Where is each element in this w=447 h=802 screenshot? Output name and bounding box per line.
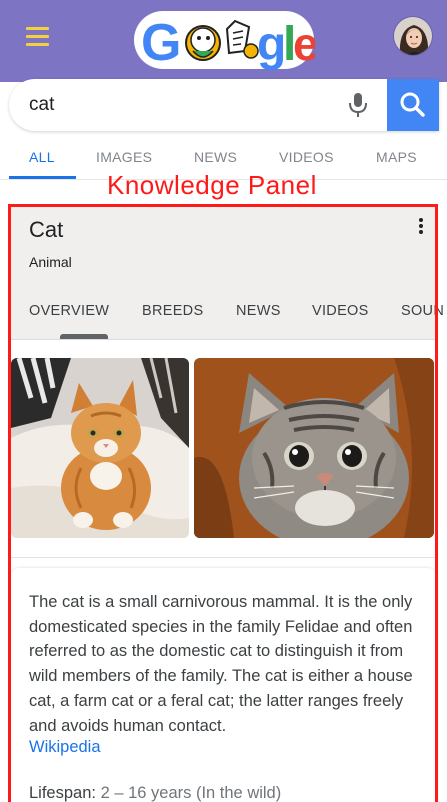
kp-divider: [11, 339, 436, 340]
knowledge-panel-header: Cat Animal OVERVIEW BREEDS NEWS VIDEOS S…: [11, 207, 444, 339]
description-card: The cat is a small carnivorous mammal. I…: [11, 568, 436, 802]
more-options-icon[interactable]: [416, 218, 426, 238]
kp-description: The cat is a small carnivorous mammal. I…: [29, 593, 413, 735]
kp-tab-overview[interactable]: OVERVIEW: [29, 303, 109, 319]
kp-tab-sounds[interactable]: SOUN: [401, 303, 444, 319]
kp-subtitle: Animal: [29, 254, 72, 270]
annotation-label: Knowledge Panel: [107, 170, 317, 200]
lifespan-fact: Lifespan: 2 – 16 years (In the wild): [29, 784, 281, 802]
app-header: G g l e: [0, 0, 447, 82]
kp-tab-news[interactable]: NEWS: [236, 303, 281, 319]
search-bar: [9, 79, 439, 131]
google-doodle-logo[interactable]: G g l e: [133, 7, 315, 73]
search-icon: [400, 92, 425, 117]
wikipedia-link[interactable]: Wikipedia: [29, 738, 101, 757]
hamburger-menu-icon[interactable]: [26, 27, 49, 47]
svg-text:e: e: [293, 18, 315, 70]
kp-tab-videos[interactable]: VIDEOS: [312, 303, 369, 319]
kp-tab-breeds[interactable]: BREEDS: [142, 303, 203, 319]
tab-all[interactable]: ALL: [29, 149, 55, 165]
cat-image-2[interactable]: [194, 358, 434, 538]
svg-text:G: G: [141, 14, 181, 72]
tab-videos[interactable]: VIDEOS: [279, 149, 334, 165]
kp-title: Cat: [29, 217, 64, 242]
svg-text:g: g: [257, 18, 286, 71]
tab-images[interactable]: IMAGES: [96, 149, 152, 165]
tab-maps[interactable]: MAPS: [376, 149, 417, 165]
active-tab-indicator: [9, 176, 76, 179]
search-input[interactable]: [29, 93, 329, 117]
search-button[interactable]: [387, 79, 439, 131]
cat-image-1[interactable]: [11, 358, 189, 538]
images-divider: [11, 557, 436, 558]
lifespan-label: Lifespan:: [29, 784, 96, 802]
microphone-icon[interactable]: [347, 91, 369, 119]
lifespan-value[interactable]: 2 – 16 years (In the wild): [101, 784, 282, 802]
user-avatar[interactable]: [393, 16, 433, 56]
tab-news[interactable]: NEWS: [194, 149, 237, 165]
